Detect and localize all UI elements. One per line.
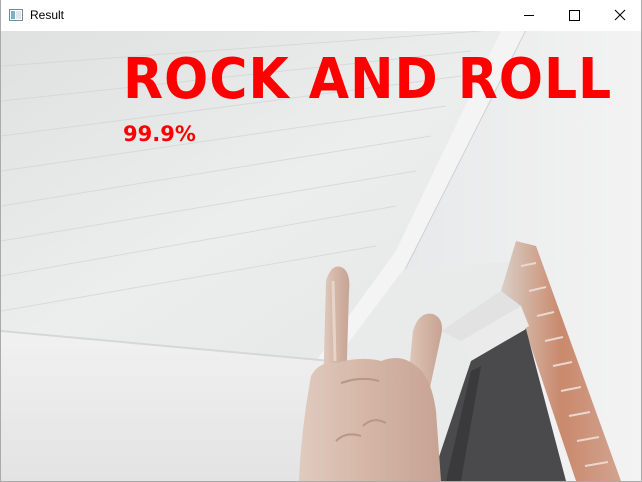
close-icon bbox=[614, 9, 626, 21]
maximize-icon bbox=[569, 10, 580, 21]
close-button[interactable] bbox=[596, 0, 642, 31]
opencv-window-icon bbox=[9, 9, 23, 21]
prediction-confidence: 99.9% bbox=[123, 122, 196, 146]
result-window: Result ROCK AND ROLL 99.9% bbox=[0, 0, 642, 482]
camera-frame: ROCK AND ROLL 99.9% bbox=[1, 31, 641, 481]
prediction-label: ROCK AND ROLL bbox=[123, 47, 613, 112]
minimize-button[interactable] bbox=[506, 0, 552, 31]
maximize-button[interactable] bbox=[551, 0, 597, 31]
minimize-icon bbox=[524, 15, 534, 16]
window-title: Result bbox=[30, 8, 65, 22]
title-bar[interactable]: Result bbox=[0, 0, 642, 31]
